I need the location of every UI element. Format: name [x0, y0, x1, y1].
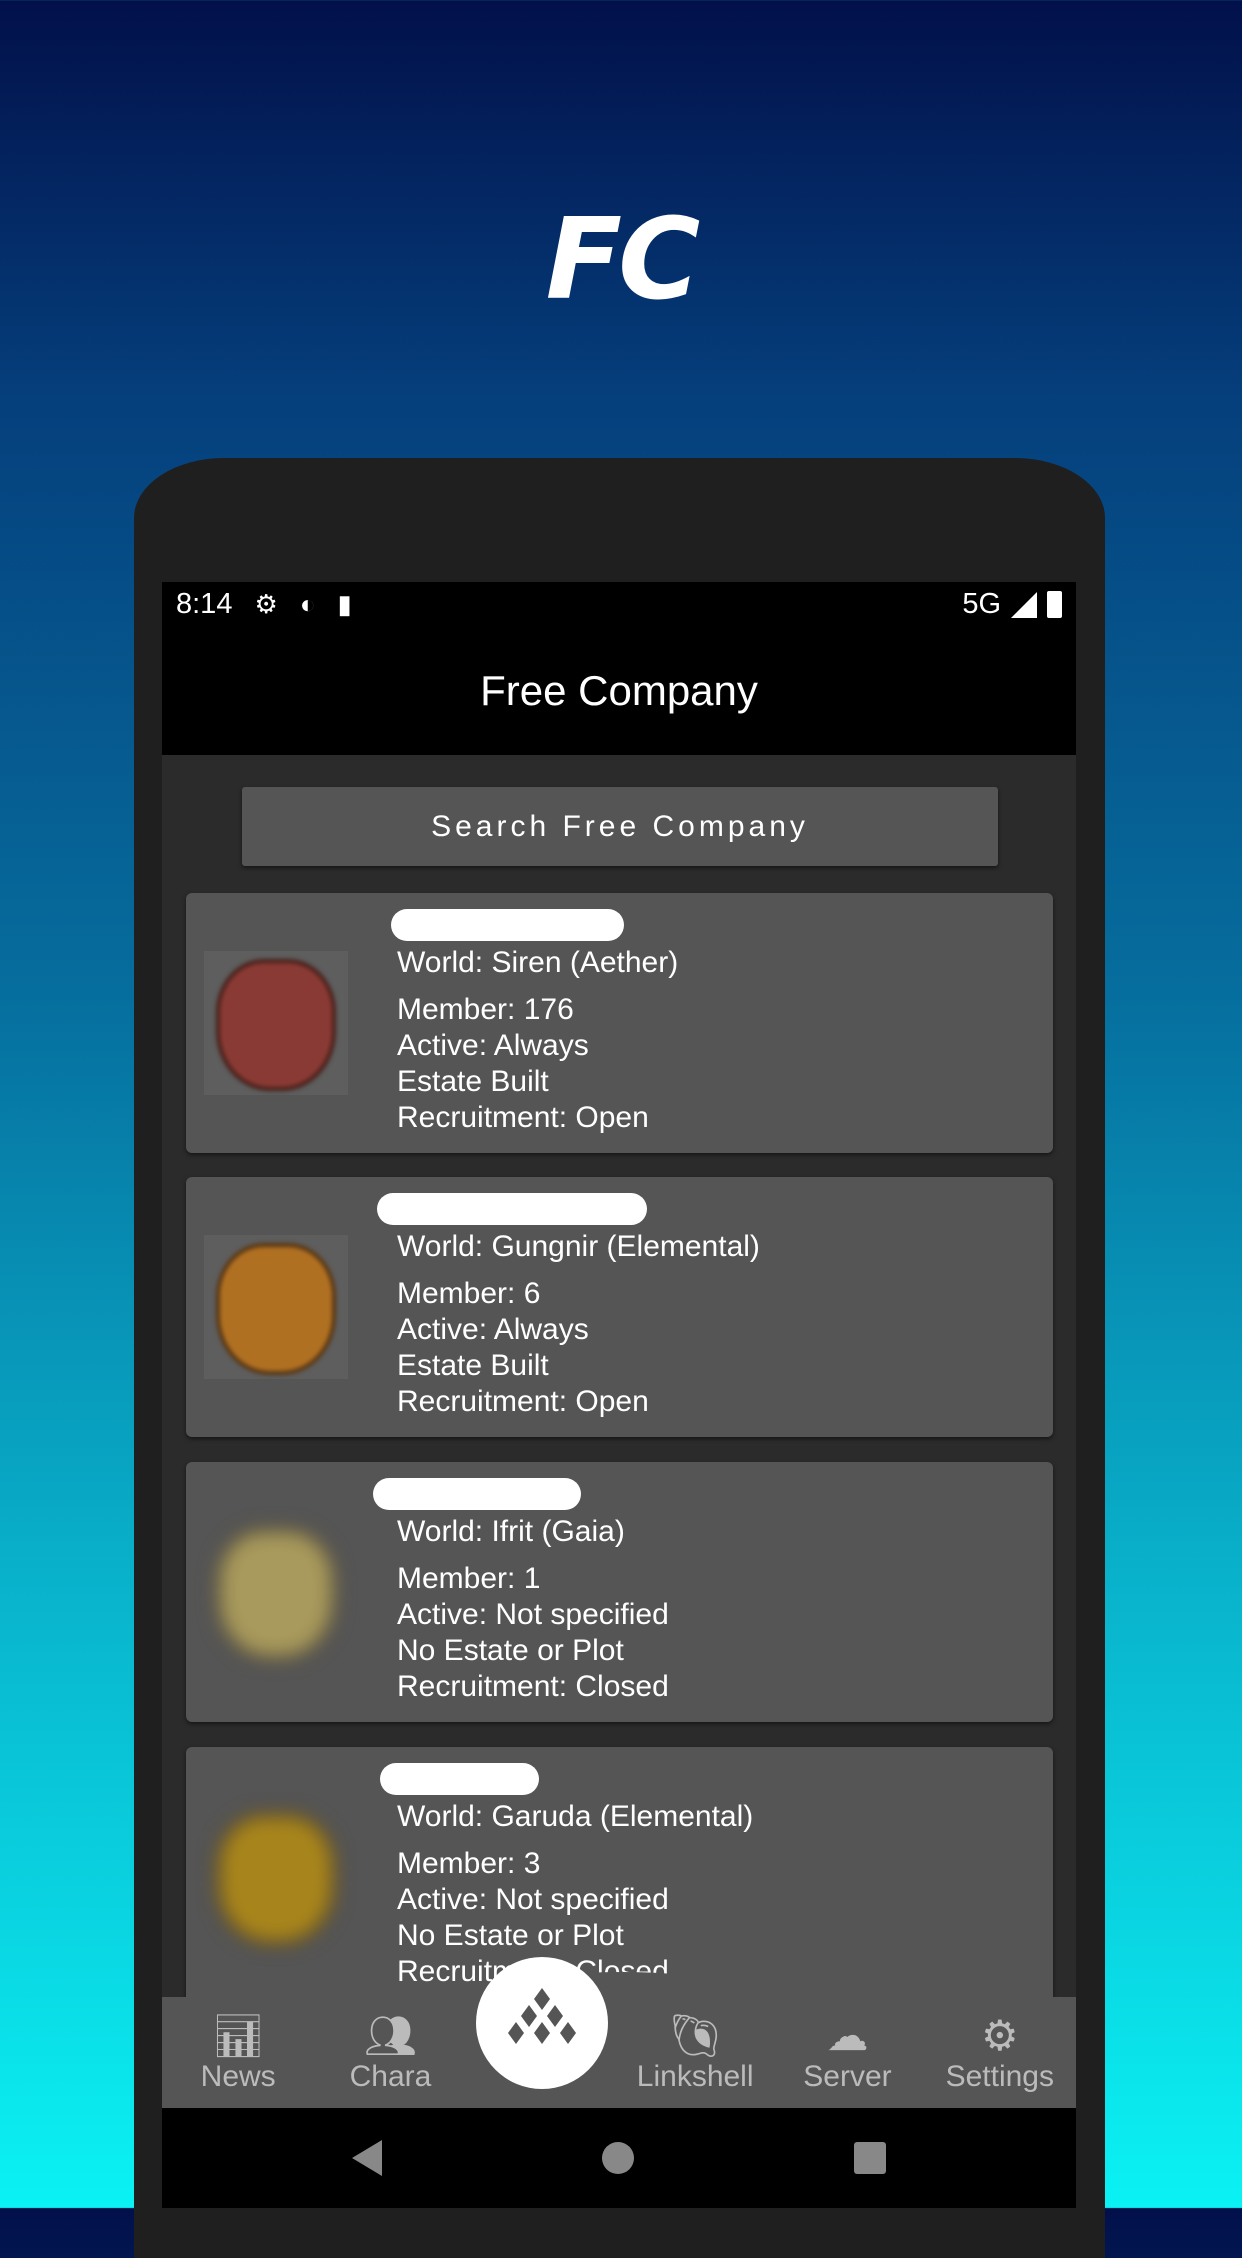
nav-settings[interactable]: ⚙ Settings: [924, 1997, 1076, 2108]
fc-estate: No Estate or Plot: [397, 1919, 624, 1952]
news-chart-icon: 📊︎: [211, 2011, 265, 2059]
fc-active: Active: Always: [397, 1313, 589, 1346]
fc-active: Active: Always: [397, 1029, 589, 1062]
redacted-fc-name: [391, 909, 624, 941]
bottom-nav: 📊︎ News 👥︎ Chara 🐚︎ Linkshell ☁ Server ⚙ Sett…: [162, 1997, 1076, 2108]
status-bar: 8:14 ⚙ ◐ ▮ 5G: [162, 582, 1076, 627]
fc-world: World: Gungnir (Elemental): [397, 1230, 760, 1263]
search-free-company-button[interactable]: Search Free Company: [242, 787, 998, 866]
fc-card[interactable]: World: Siren (Aether) Member: 176 Active…: [186, 893, 1053, 1153]
nav-label: Settings: [945, 2059, 1054, 2093]
fc-diamonds-icon: [508, 1988, 576, 2044]
nav-label: News: [200, 2059, 276, 2093]
sd-card-icon: ▮: [337, 589, 352, 619]
status-time: 8:14: [176, 588, 233, 620]
shield-icon: [216, 1243, 336, 1375]
redacted-fc-name: [377, 1193, 647, 1225]
fc-member-count: Member: 1: [397, 1562, 541, 1595]
gear-icon: ⚙: [980, 2011, 1019, 2059]
fc-active: Active: Not specified: [397, 1883, 669, 1916]
battery-icon: [1047, 591, 1062, 618]
fc-world: World: Siren (Aether): [397, 946, 679, 979]
nav-news[interactable]: 📊︎ News: [162, 1997, 314, 2108]
fc-recruitment: Recruitment: Closed: [397, 1670, 669, 1703]
back-icon[interactable]: [352, 2140, 382, 2176]
pocket-icon: ◐: [299, 589, 316, 619]
fc-estate: Estate Built: [397, 1065, 549, 1098]
fc-recruitment: Recruitment: Open: [397, 1101, 649, 1134]
nav-label: Chara: [349, 2059, 432, 2093]
nav-server[interactable]: ☁ Server: [771, 1997, 923, 2108]
shell-icon: 🐚︎: [668, 2011, 722, 2059]
fc-card[interactable]: World: Garuda (Elemental) Member: 3 Acti…: [186, 1747, 1053, 2007]
fc-member-count: Member: 6: [397, 1277, 541, 1310]
nav-chara[interactable]: 👥︎ Chara: [314, 1997, 466, 2108]
fc-emblem: [204, 951, 348, 1095]
redacted-fc-name: [380, 1763, 539, 1795]
shield-icon: [216, 1528, 336, 1660]
shield-icon: [216, 959, 336, 1091]
fc-member-count: Member: 176: [397, 993, 574, 1026]
promo-title: FC: [545, 195, 701, 325]
fc-emblem: [204, 1235, 348, 1379]
nav-label: Linkshell: [636, 2059, 754, 2093]
fc-world: World: Ifrit (Gaia): [397, 1515, 625, 1548]
fc-card[interactable]: World: Ifrit (Gaia) Member: 1 Active: No…: [186, 1462, 1053, 1722]
home-icon[interactable]: [602, 2142, 634, 2174]
fc-active: Active: Not specified: [397, 1598, 669, 1631]
fc-world: World: Garuda (Elemental): [397, 1800, 754, 1833]
fc-recruitment: Recruitment: Open: [397, 1385, 649, 1418]
nav-linkshell[interactable]: 🐚︎ Linkshell: [619, 1997, 771, 2108]
fc-info: World: Gungnir (Elemental) Member: 6 Act…: [397, 1229, 760, 1420]
redacted-fc-name: [373, 1478, 581, 1510]
cloud-icon: ☁: [826, 2011, 869, 2059]
nav-fc-button[interactable]: [476, 1957, 608, 2089]
nav-label: Server: [803, 2059, 892, 2093]
fc-estate: No Estate or Plot: [397, 1634, 624, 1667]
settings-wifi-icon: ⚙: [254, 589, 278, 619]
fc-info: World: Siren (Aether) Member: 176 Active…: [397, 945, 678, 1136]
fc-emblem: [204, 1520, 348, 1664]
signal-icon: [1011, 591, 1037, 618]
fc-member-count: Member: 3: [397, 1847, 541, 1880]
fc-info: World: Ifrit (Gaia) Member: 1 Active: No…: [397, 1514, 669, 1705]
fc-info: World: Garuda (Elemental) Member: 3 Acti…: [397, 1799, 753, 1990]
shield-icon: [216, 1813, 336, 1945]
app-bar-title: Free Company: [162, 627, 1076, 755]
system-nav-bar: [162, 2108, 1076, 2208]
fc-emblem: [204, 1805, 348, 1949]
app-screen: 8:14 ⚙ ◐ ▮ 5G Free Company Search Free C…: [162, 582, 1076, 2208]
network-label: 5G: [962, 588, 1001, 620]
fc-estate: Estate Built: [397, 1349, 549, 1382]
people-icon: 👥︎: [363, 2011, 418, 2059]
fc-card[interactable]: World: Gungnir (Elemental) Member: 6 Act…: [186, 1177, 1053, 1437]
recents-icon[interactable]: [854, 2142, 886, 2174]
